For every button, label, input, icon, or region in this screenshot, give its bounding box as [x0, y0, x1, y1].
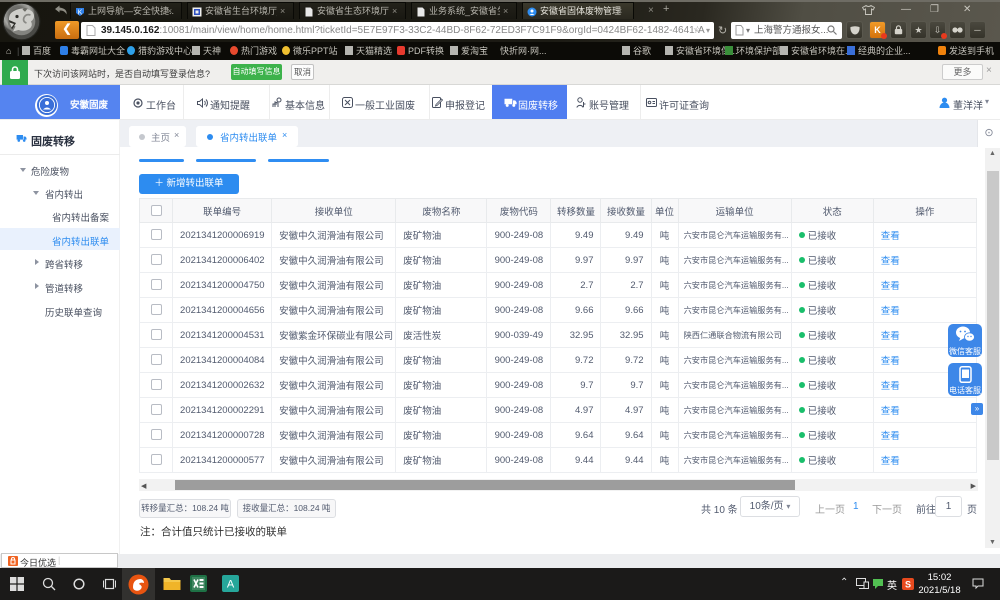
svg-text:S: S — [905, 580, 911, 590]
svg-text:A: A — [227, 579, 235, 591]
svg-text:K: K — [78, 9, 83, 16]
